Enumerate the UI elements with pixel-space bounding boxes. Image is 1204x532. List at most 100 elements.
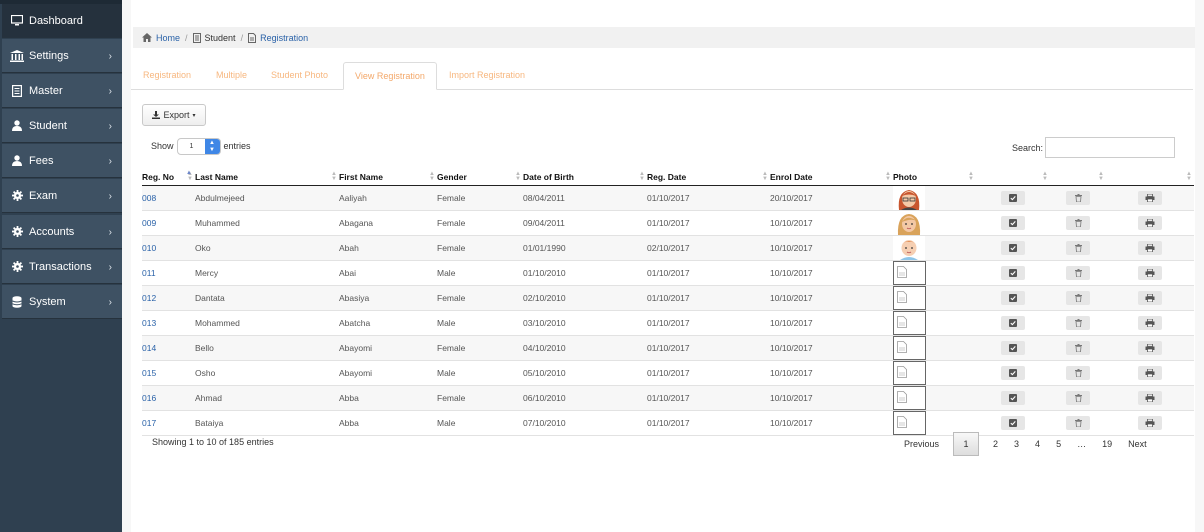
- sidebar-item-system[interactable]: System ›: [2, 285, 122, 319]
- breadcrumb-home-label[interactable]: Home: [156, 33, 180, 43]
- reg-no-link[interactable]: 010: [142, 235, 195, 261]
- export-button[interactable]: Export ▾: [142, 104, 206, 126]
- print-button[interactable]: [1138, 190, 1162, 205]
- trash-icon: [1074, 293, 1082, 302]
- edit-button[interactable]: [1001, 240, 1025, 255]
- column-header-edit[interactable]: ▲ ▼: [976, 169, 1050, 186]
- print-button[interactable]: [1138, 265, 1162, 280]
- reg-no-link[interactable]: 016: [142, 385, 195, 411]
- delete-button[interactable]: [1066, 340, 1090, 355]
- edit-button[interactable]: [1001, 365, 1025, 380]
- column-header-delete[interactable]: ▲ ▼: [1050, 169, 1106, 186]
- column-header-print[interactable]: ▲ ▼: [1106, 169, 1194, 186]
- edit-cell: [976, 385, 1050, 411]
- reg-no-link[interactable]: 015: [142, 360, 195, 386]
- page-previous[interactable]: Previous: [904, 439, 939, 449]
- reg-no-link[interactable]: 012: [142, 285, 195, 311]
- page-1[interactable]: 1: [953, 432, 980, 456]
- edit-button[interactable]: [1001, 265, 1025, 280]
- sidebar-item-label: Master: [29, 84, 63, 97]
- column-header-date-of-birth[interactable]: Date of Birth ▲ ▼: [523, 169, 647, 186]
- sidebar-item-transactions[interactable]: Transactions ›: [2, 250, 122, 284]
- print-button[interactable]: [1138, 315, 1162, 330]
- last-name-cell: Bataiya: [195, 410, 339, 436]
- print-button[interactable]: [1138, 365, 1162, 380]
- reg-no-link[interactable]: 017: [142, 410, 195, 436]
- print-button[interactable]: [1138, 215, 1162, 230]
- edit-button[interactable]: [1001, 190, 1025, 205]
- sidebar-item-accounts[interactable]: Accounts ›: [2, 215, 122, 249]
- print-button[interactable]: [1138, 390, 1162, 405]
- tab-registration[interactable]: Registration: [132, 62, 202, 90]
- column-header-gender[interactable]: Gender ▲ ▼: [437, 169, 523, 186]
- delete-button[interactable]: [1066, 365, 1090, 380]
- breadcrumb-home[interactable]: Home: [142, 33, 180, 43]
- page-2[interactable]: 2: [993, 439, 998, 449]
- page-5[interactable]: 5: [1056, 439, 1061, 449]
- reg-no-link[interactable]: 008: [142, 185, 195, 211]
- sidebar-item-dashboard[interactable]: Dashboard: [2, 4, 122, 38]
- edit-button[interactable]: [1001, 340, 1025, 355]
- column-header-last-name[interactable]: Last Name ▲ ▼ ▲: [186, 169, 339, 186]
- column-header-reg-date[interactable]: Reg. Date ▲ ▼: [647, 169, 770, 186]
- reg-no-link[interactable]: 011: [142, 260, 195, 286]
- print-cell: [1106, 335, 1194, 361]
- delete-button[interactable]: [1066, 215, 1090, 230]
- sidebar-item-label: Student: [29, 119, 67, 132]
- edit-button[interactable]: [1001, 215, 1025, 230]
- reg-no-link[interactable]: 013: [142, 310, 195, 336]
- delete-button[interactable]: [1066, 290, 1090, 305]
- page-4[interactable]: 4: [1035, 439, 1040, 449]
- tab-view-registration[interactable]: View Registration: [343, 62, 437, 90]
- tab-student-photo[interactable]: Student Photo: [260, 62, 339, 90]
- print-icon: [1145, 418, 1155, 427]
- reg-no-link[interactable]: 009: [142, 210, 195, 236]
- page-next[interactable]: Next: [1128, 439, 1147, 449]
- tab-import-registration[interactable]: Import Registration: [438, 62, 536, 90]
- sidebar-item-fees[interactable]: Fees ›: [2, 144, 122, 178]
- edit-button[interactable]: [1001, 290, 1025, 305]
- delete-button[interactable]: [1066, 240, 1090, 255]
- edit-button[interactable]: [1001, 390, 1025, 405]
- column-header-photo[interactable]: Photo ▲ ▼: [893, 169, 976, 186]
- entries-select[interactable]: 1 ▲ ▼: [176, 137, 221, 155]
- delete-cell: [1050, 285, 1106, 311]
- breadcrumb-registration[interactable]: Registration: [248, 32, 308, 43]
- print-button[interactable]: [1138, 240, 1162, 255]
- edit-button[interactable]: [1001, 315, 1025, 330]
- student-photo[interactable]: [893, 210, 976, 235]
- print-cell: [1106, 360, 1194, 386]
- print-icon: [1145, 243, 1155, 252]
- edit-button[interactable]: [1001, 415, 1025, 430]
- length-control: Show 1 ▲ ▼ entries: [151, 137, 251, 155]
- sidebar-item-student[interactable]: Student ›: [2, 109, 122, 143]
- print-button[interactable]: [1138, 290, 1162, 305]
- delete-button[interactable]: [1066, 390, 1090, 405]
- tab-multiple[interactable]: Multiple: [205, 62, 258, 90]
- column-header-first-name[interactable]: First Name ▲ ▼: [339, 169, 437, 186]
- sort-icon: ▲ ▼: [639, 171, 645, 182]
- breadcrumb-registration-label[interactable]: Registration: [260, 33, 308, 43]
- print-button[interactable]: [1138, 415, 1162, 430]
- gender-cell: Male: [437, 410, 523, 436]
- student-photo[interactable]: [893, 235, 976, 260]
- delete-cell: [1050, 360, 1106, 386]
- delete-button[interactable]: [1066, 265, 1090, 280]
- page-3[interactable]: 3: [1014, 439, 1019, 449]
- delete-button[interactable]: [1066, 315, 1090, 330]
- page-19[interactable]: 19: [1102, 439, 1112, 449]
- search-input[interactable]: [1045, 137, 1175, 158]
- gender-cell: Male: [437, 260, 523, 286]
- column-header-enrol-date[interactable]: Enrol Date ▲ ▼: [770, 169, 893, 186]
- table-row: 013 Mohammed Abatcha Male 03/10/2010 01/10/20…: [142, 310, 1194, 336]
- student-photo[interactable]: [893, 185, 976, 210]
- gender-cell: Female: [437, 385, 523, 411]
- sidebar-item-master[interactable]: Master ›: [2, 74, 122, 108]
- reg-no-link[interactable]: 014: [142, 335, 195, 361]
- trash-icon: [1074, 368, 1082, 377]
- delete-button[interactable]: [1066, 415, 1090, 430]
- delete-button[interactable]: [1066, 190, 1090, 205]
- sidebar-item-settings[interactable]: Settings ›: [2, 39, 122, 73]
- sidebar-item-exam[interactable]: Exam ›: [2, 179, 122, 213]
- print-button[interactable]: [1138, 340, 1162, 355]
